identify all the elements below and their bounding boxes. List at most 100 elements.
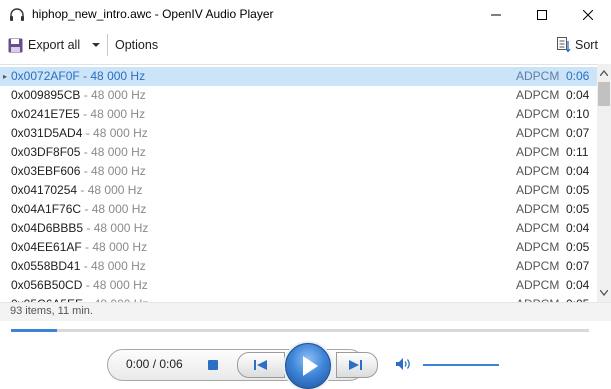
toolbar: Export all Options Sort [0,30,611,60]
status-text: 93 items, 11 min. [10,305,93,317]
maximize-icon [537,10,547,20]
track-name: 0x03DF8F05 - 48 000 Hz [11,143,146,162]
scroll-up-button[interactable] [597,66,611,80]
play-icon [303,356,318,376]
list-item[interactable]: 0x056B50CD - 48 000 Hz ADPCM 0:04 [0,276,597,295]
track-duration: 0:05 [566,240,590,254]
next-button[interactable] [336,352,378,378]
export-dropdown-button[interactable] [91,39,101,49]
track-codec: ADPCM [516,107,560,121]
toolbar-divider [107,34,108,56]
track-codec: ADPCM [516,88,560,102]
track-sample-rate: - 48 000 Hz [82,126,148,140]
track-id: 0x03EBF606 [11,164,81,178]
list-item[interactable]: ▸ 0x0072AF0F - 48 000 Hz ADPCM 0:06 [0,67,597,86]
sort-button[interactable]: Sort [557,35,598,55]
track-duration: 0:05 [566,202,590,216]
chevron-up-icon [600,70,608,76]
track-sample-rate: - 48 000 Hz [80,259,146,273]
previous-button[interactable] [237,352,285,378]
maximize-button[interactable] [519,0,565,30]
track-id: 0x04EE61AF [11,240,82,254]
track-name: 0x009895CB - 48 000 Hz [11,86,146,105]
track-list[interactable]: ▸ 0x0072AF0F - 48 000 Hz ADPCM 0:06 0x009895… [0,64,597,303]
list-item[interactable]: 0x031D5AD4 - 48 000 Hz ADPCM 0:07 [0,124,597,143]
track-name: 0x03EBF606 - 48 000 Hz [11,162,146,181]
speaker-icon [396,358,410,370]
volume-slider[interactable] [423,364,499,366]
minimize-button[interactable] [473,0,519,30]
track-sample-rate: - 48 000 Hz [80,88,146,102]
options-button[interactable]: Options [115,38,158,52]
list-item[interactable]: 0x009895CB - 48 000 Hz ADPCM 0:04 [0,86,597,105]
track-id: 0x04170254 [11,183,78,197]
track-codec: ADPCM [516,164,560,178]
track-name: 0x04EE61AF - 48 000 Hz [11,238,147,257]
track-codec: ADPCM [516,259,560,273]
track-duration: 0:04 [566,278,590,292]
track-sample-rate: - 48 000 Hz [80,164,146,178]
list-item[interactable]: 0x0241E7E5 - 48 000 Hz ADPCM 0:10 [0,105,597,124]
track-sample-rate: - 48 000 Hz [82,278,148,292]
export-all-button[interactable]: Export all [8,35,80,55]
window-title: hiphop_new_intro.awc - OpenIV Audio Play… [32,7,274,21]
list-item[interactable]: 0x04A1F76C - 48 000 Hz ADPCM 0:05 [0,200,597,219]
track-id: 0x0558BD41 [11,259,81,273]
volume-button[interactable] [395,357,413,374]
list-item[interactable]: 0x03EBF606 - 48 000 Hz ADPCM 0:04 [0,162,597,181]
stop-icon[interactable] [208,360,218,370]
row-caret-icon: ▸ [3,72,8,81]
track-duration: 0:07 [566,126,590,140]
chevron-down-icon [92,43,100,47]
play-button[interactable] [285,343,331,389]
track-sample-rate: - 48 000 Hz [81,240,148,254]
sort-label: Sort [575,38,598,52]
track-duration: 0:07 [566,259,590,273]
time-display: 0:00 / 0:06 [126,357,183,371]
track-name: 0x0072AF0F - 48 000 Hz [11,67,145,86]
vertical-scrollbar[interactable] [597,64,611,302]
list-item[interactable]: 0x0558BD41 - 48 000 Hz ADPCM 0:07 [0,257,597,276]
track-id: 0x04D6BBB5 [11,221,84,235]
track-id: 0x04A1F76C [11,202,82,216]
track-name: 0x031D5AD4 - 48 000 Hz [11,124,148,143]
headphones-icon [9,8,25,22]
track-name: 0x04170254 - 48 000 Hz [11,181,142,200]
list-item[interactable]: 0x04170254 - 48 000 Hz ADPCM 0:05 [0,181,597,200]
track-id: 0x03DF8F05 [11,145,81,159]
track-id: 0x031D5AD4 [11,126,83,140]
track-sample-rate: - 48 000 Hz [80,145,146,159]
track-name: 0x056B50CD - 48 000 Hz [11,276,148,295]
track-codec: ADPCM [516,183,560,197]
previous-track-icon [254,360,267,370]
sort-icon [557,37,571,53]
title-bar: hiphop_new_intro.awc - OpenIV Audio Play… [0,0,611,30]
status-bar: 93 items, 11 min. [0,302,611,321]
list-item[interactable]: 0x04D6BBB5 - 48 000 Hz ADPCM 0:04 [0,219,597,238]
next-track-icon [349,360,362,370]
track-codec: ADPCM [516,240,560,254]
track-id: 0x009895CB [11,88,81,102]
list-item[interactable]: 0x04EE61AF - 48 000 Hz ADPCM 0:05 [0,238,597,257]
track-id: 0x056B50CD [11,278,83,292]
track-id: 0x0072AF0F [11,69,80,83]
track-name: 0x0558BD41 - 48 000 Hz [11,257,146,276]
track-id: 0x0241E7E5 [11,107,80,121]
close-button[interactable] [565,0,611,30]
track-codec: ADPCM [516,126,560,140]
track-name: 0x04D6BBB5 - 48 000 Hz [11,219,148,238]
chevron-down-icon [600,290,608,296]
scroll-down-button[interactable] [597,286,611,300]
track-sample-rate: - 48 000 Hz [79,107,146,121]
track-duration: 0:10 [566,107,590,121]
track-codec: ADPCM [516,145,560,159]
track-codec: ADPCM [516,69,560,83]
floppy-disk-icon [8,38,23,52]
list-item[interactable]: 0x03DF8F05 - 48 000 Hz ADPCM 0:11 [0,143,597,162]
track-duration: 0:04 [566,88,590,102]
scrollbar-thumb[interactable] [598,82,610,106]
minimize-icon [491,14,501,16]
track-duration: 0:06 [566,69,590,83]
track-sample-rate: - 48 000 Hz [81,202,147,216]
track-duration: 0:11 [566,145,589,159]
